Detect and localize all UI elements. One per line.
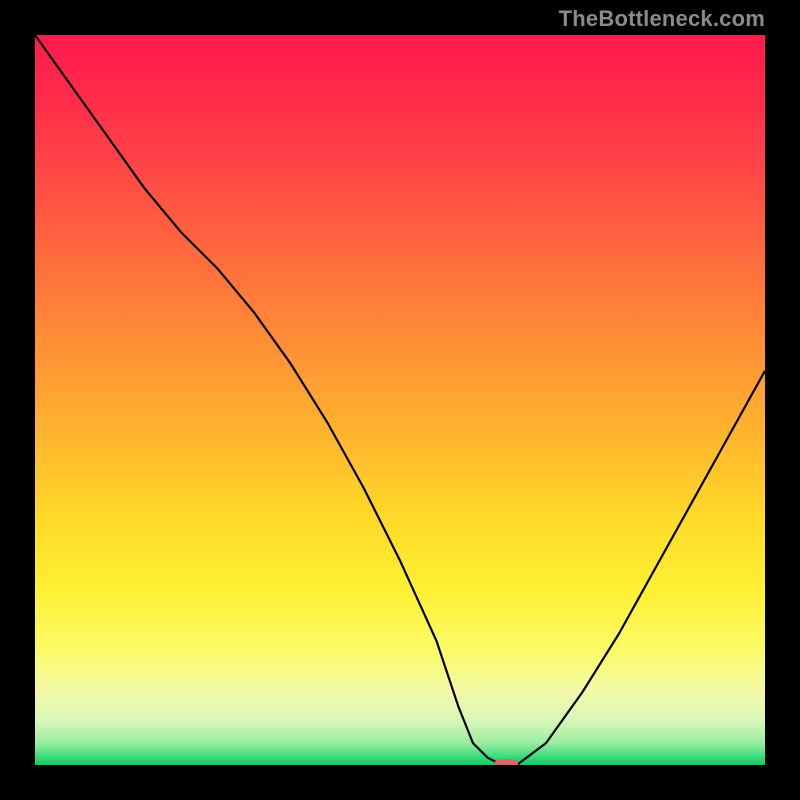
watermark-text: TheBottleneck.com [559,6,765,32]
bottleneck-curve [35,35,765,765]
optimum-marker [494,759,518,765]
plot-area [35,35,765,765]
curve-path [35,35,765,765]
chart-frame: TheBottleneck.com [0,0,800,800]
